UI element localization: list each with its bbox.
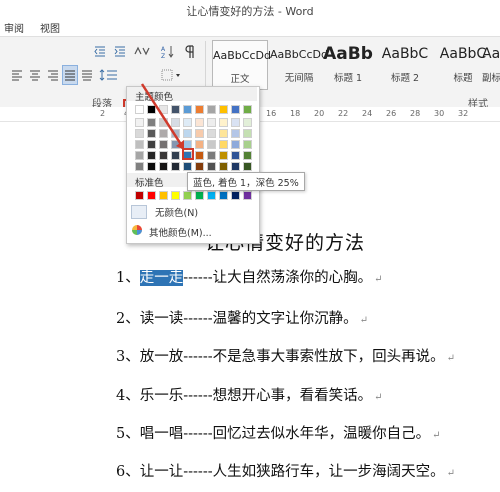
paragraph-mark: ↵	[446, 353, 456, 364]
theme-color-swatch[interactable]	[243, 118, 252, 127]
paragraph-mark: ↵	[374, 392, 383, 403]
theme-color-swatch[interactable]	[231, 129, 240, 138]
standard-color-swatch[interactable]	[183, 191, 192, 200]
list-item: 4、乐一乐------想想开心事，看看笑话。 ↵	[116, 388, 383, 404]
theme-color-swatch[interactable]	[231, 162, 240, 171]
paragraph-mark: ↵	[432, 430, 441, 441]
theme-color-swatch[interactable]	[243, 129, 252, 138]
theme-color-swatch[interactable]	[207, 105, 216, 114]
style-subtitle[interactable]: Aa 副标	[482, 40, 500, 88]
style-normal[interactable]: AaBbCcDd 正文	[212, 40, 271, 90]
theme-color-swatch[interactable]	[207, 129, 216, 138]
svg-text:Z: Z	[161, 53, 165, 58]
color-wheel-icon	[131, 224, 143, 239]
paragraph-mark: ↵	[374, 274, 383, 285]
standard-color-swatch[interactable]	[231, 191, 240, 200]
theme-color-swatch[interactable]	[207, 140, 216, 149]
theme-color-swatch[interactable]	[135, 162, 144, 171]
paragraph-mark: ↵	[359, 315, 369, 326]
theme-color-swatch[interactable]	[207, 118, 216, 127]
align-left-icon[interactable]	[10, 67, 24, 83]
annotation-arrow-icon	[140, 83, 184, 150]
svg-text:A: A	[161, 46, 166, 53]
increase-indent-icon[interactable]	[112, 43, 128, 59]
sort-icon[interactable]: AZ	[160, 43, 176, 59]
show-marks-icon[interactable]	[182, 43, 198, 59]
standard-color-swatch[interactable]	[171, 191, 180, 200]
justify-icon[interactable]	[62, 65, 78, 85]
theme-color-swatch[interactable]	[243, 162, 252, 171]
theme-color-swatch[interactable]	[147, 162, 156, 171]
list-item: 5、唱一唱------回忆过去似水年华，温暖你自己。 ↵	[116, 426, 441, 442]
theme-color-swatch[interactable]	[207, 162, 216, 171]
theme-color-swatch[interactable]	[231, 140, 240, 149]
standard-color-swatch[interactable]	[159, 191, 168, 200]
theme-color-swatch[interactable]	[231, 105, 240, 114]
standard-color-swatch[interactable]	[147, 191, 156, 200]
align-right-icon[interactable]	[46, 67, 60, 83]
theme-color-swatch[interactable]	[243, 140, 252, 149]
menu-bar: 审阅 视图	[0, 18, 500, 38]
theme-color-swatch[interactable]	[219, 140, 228, 149]
standard-colors-label: 标准色	[135, 178, 164, 189]
theme-color-swatch[interactable]	[243, 151, 252, 160]
menu-view[interactable]: 视图	[40, 20, 60, 35]
title-bar: 让心情变好的方法 - Word	[0, 0, 500, 20]
standard-color-swatch[interactable]	[219, 191, 228, 200]
theme-color-swatch[interactable]	[195, 162, 204, 171]
standard-color-swatch[interactable]	[135, 191, 144, 200]
standard-color-swatch[interactable]	[195, 191, 204, 200]
menu-review[interactable]: 审阅	[4, 20, 24, 35]
theme-color-swatch[interactable]	[219, 118, 228, 127]
theme-color-swatch[interactable]	[159, 162, 168, 171]
styles-gallery: AaBbCcDd 正文 AaBbCcDd 无间隔 AaBb 标题 1 AaBbC…	[210, 40, 500, 90]
selected-text: 走一走	[139, 270, 184, 286]
theme-color-swatch[interactable]	[171, 162, 180, 171]
more-colors-option[interactable]: 其他颜色(M)...	[131, 224, 212, 239]
standard-color-swatch[interactable]	[207, 191, 216, 200]
list-item: 3、放一放------不是急事大事索性放下，回头再说。 ↵	[116, 349, 456, 365]
paragraph-mark: ↵	[446, 468, 456, 479]
list-item: 1、走一走------让大自然荡涤你的心胸。 ↵	[116, 270, 383, 286]
theme-color-swatch[interactable]	[219, 105, 228, 114]
theme-color-swatch[interactable]	[183, 162, 192, 171]
style-no-spacing[interactable]: AaBbCcDd 无间隔	[270, 40, 328, 88]
theme-color-swatch[interactable]	[219, 129, 228, 138]
no-color-swatch	[131, 205, 147, 219]
theme-color-swatch[interactable]	[219, 162, 228, 171]
chinese-layout-icon[interactable]	[132, 43, 152, 59]
no-color-option[interactable]: 无颜色(N)	[131, 205, 198, 219]
list-item: 6、让一让------人生如狭路行车，让一步海阔天空。 ↵	[116, 464, 456, 480]
decrease-indent-icon[interactable]	[92, 43, 108, 59]
line-spacing-icon[interactable]	[98, 67, 120, 83]
theme-color-swatch[interactable]	[231, 118, 240, 127]
color-tooltip: 蓝色, 着色 1，深色 25%	[187, 172, 305, 191]
window-title: 让心情变好的方法 - Word	[186, 5, 314, 18]
list-item: 2、读一读------温馨的文字让你沉静。 ↵	[116, 311, 369, 327]
distributed-icon[interactable]	[80, 67, 94, 83]
standard-color-swatch[interactable]	[243, 191, 252, 200]
theme-color-swatch[interactable]	[243, 105, 252, 114]
theme-color-swatch[interactable]	[219, 151, 228, 160]
align-center-icon[interactable]	[28, 67, 42, 83]
style-heading-1[interactable]: AaBb 标题 1	[322, 40, 374, 88]
style-heading-2[interactable]: AaBbC 标题 2	[376, 40, 434, 88]
theme-color-swatch[interactable]	[207, 151, 216, 160]
theme-color-swatch[interactable]	[231, 151, 240, 160]
